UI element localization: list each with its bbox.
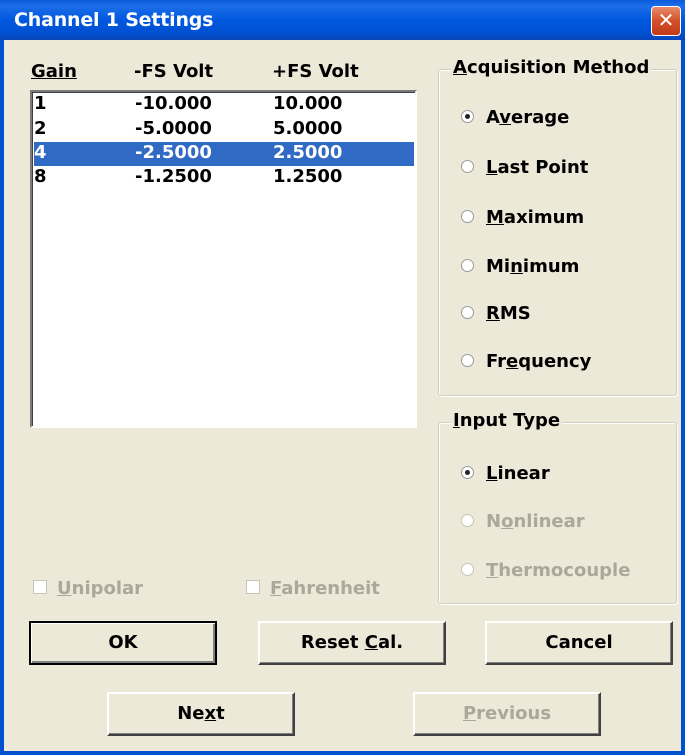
pos-fs-cell: 2.5000 — [273, 142, 343, 163]
radio-icon — [461, 513, 474, 527]
pos-fs-cell: 1.2500 — [273, 166, 343, 187]
previous-button: Previous — [413, 692, 601, 736]
radio-rms[interactable]: RMS — [461, 303, 531, 327]
column-header-pos-fs: +FS Volt — [272, 61, 359, 82]
pos-fs-cell: 10.000 — [273, 93, 343, 114]
gain-cell: 8 — [34, 166, 47, 187]
neg-fs-cell: -1.2500 — [135, 166, 212, 187]
reset-cal-button[interactable]: Reset Cal. — [258, 621, 446, 665]
gain-row-1[interactable]: 1 -10.000 10.000 — [34, 93, 414, 117]
radio-selected-icon — [461, 465, 474, 479]
radio-minimum[interactable]: Minimum — [461, 256, 579, 280]
gain-row-8[interactable]: 8 -1.2500 1.2500 — [34, 166, 414, 190]
fahrenheit-checkbox: Fahrenheit — [246, 578, 380, 602]
radio-maximum[interactable]: Maximum — [461, 207, 584, 231]
radio-icon — [461, 159, 474, 173]
radio-icon — [461, 562, 474, 576]
gain-cell: 1 — [34, 93, 47, 114]
neg-fs-cell: -2.5000 — [135, 142, 212, 163]
radio-thermocouple: Thermocouple — [461, 560, 630, 584]
radio-selected-icon — [461, 109, 474, 123]
radio-icon — [461, 305, 474, 319]
checkbox-icon — [33, 580, 47, 594]
radio-average[interactable]: Average — [461, 107, 569, 131]
radio-icon — [461, 258, 474, 272]
gain-listbox[interactable]: 1 -10.000 10.000 2 -5.0000 5.0000 4 -2.5… — [30, 90, 417, 428]
gain-row-2[interactable]: 2 -5.0000 5.0000 — [34, 118, 414, 142]
radio-linear[interactable]: Linear — [461, 463, 550, 487]
input-type-label: Input Type — [451, 410, 563, 431]
unipolar-checkbox: Unipolar — [33, 578, 143, 602]
gain-cell: 4 — [34, 142, 47, 163]
neg-fs-cell: -5.0000 — [135, 118, 212, 139]
window-frame-left — [0, 40, 4, 755]
close-icon[interactable]: ✕ — [651, 6, 681, 36]
window-frame-right — [681, 40, 685, 755]
window-title: Channel 1 Settings — [14, 9, 214, 31]
checkbox-icon — [246, 580, 260, 594]
title-bar[interactable]: Channel 1 Settings ✕ — [0, 0, 685, 40]
radio-icon — [461, 353, 474, 367]
column-header-neg-fs: -FS Volt — [134, 61, 214, 82]
cancel-button[interactable]: Cancel — [485, 621, 673, 665]
ok-button[interactable]: OK — [29, 621, 217, 665]
window-frame-bottom — [0, 751, 685, 755]
radio-nonlinear: Nonlinear — [461, 511, 585, 535]
gain-cell: 2 — [34, 118, 47, 139]
next-button[interactable]: Next — [107, 692, 295, 736]
radio-frequency[interactable]: Frequency — [461, 351, 591, 375]
radio-icon — [461, 209, 474, 223]
radio-last-point[interactable]: Last Point — [461, 157, 588, 181]
pos-fs-cell: 5.0000 — [273, 118, 343, 139]
gain-row-4-selected[interactable]: 4 -2.5000 2.5000 — [34, 142, 414, 166]
neg-fs-cell: -10.000 — [135, 93, 212, 114]
column-header-gain: Gain — [31, 61, 77, 82]
acquisition-method-label: Acquisition Method — [451, 57, 652, 78]
